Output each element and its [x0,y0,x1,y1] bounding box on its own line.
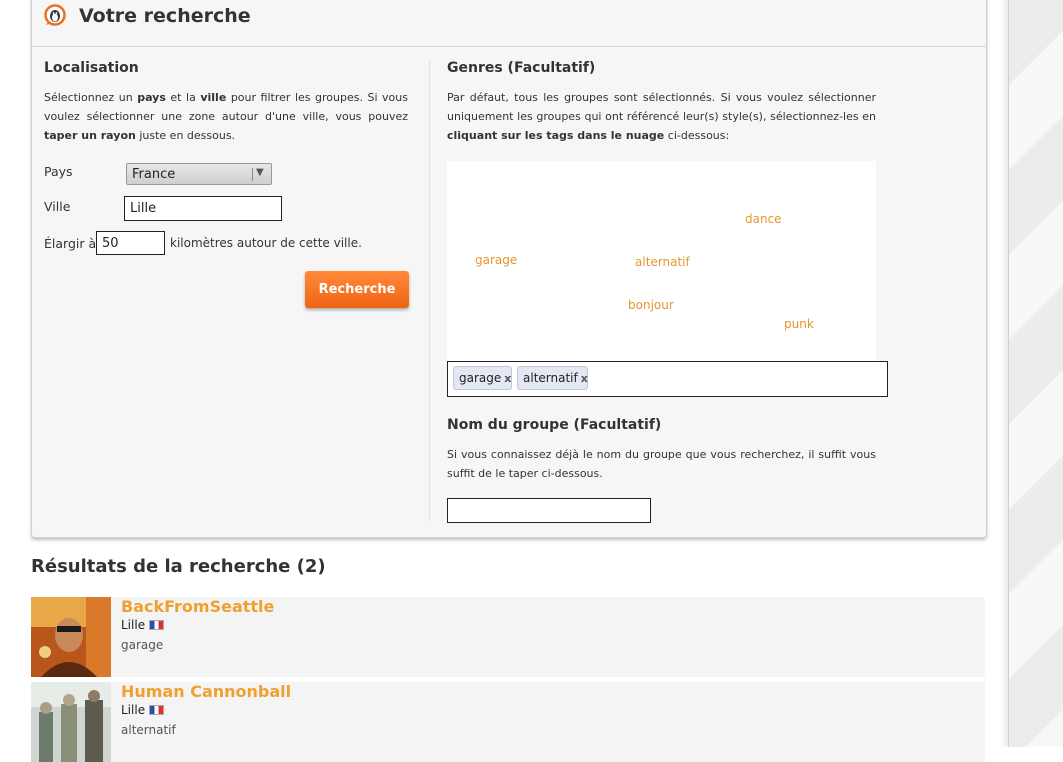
band-city: Lille [121,703,146,717]
group-name-input[interactable] [447,498,651,523]
selected-tag-label: garage [459,371,502,385]
selected-tag-label: alternatif [523,371,578,385]
group-name-title: Nom du groupe (Facultatif) [447,417,662,433]
band-genre: garage [121,638,164,652]
help-emphasis: taper un rayon [44,129,136,142]
france-flag-icon [149,620,165,630]
result-item[interactable]: BackFromSeattle Lille garage [31,597,985,677]
cloud-tag-dance[interactable]: dance [745,212,782,226]
radius-input[interactable] [96,231,165,255]
selected-tags-box[interactable]: garage x alternatif x [447,361,888,397]
band-location: Lille [121,618,165,632]
selected-tag-chip: alternatif x [517,366,588,390]
radius-suffix: kilomètres autour de cette ville. [170,236,362,250]
result-item[interactable]: Human Cannonball Lille alternatif [31,682,985,762]
city-label: Ville [44,199,71,214]
panel-title: Votre recherche [79,5,251,27]
band-name[interactable]: BackFromSeattle [121,597,274,616]
band-thumbnail[interactable] [31,682,111,762]
radius-prefix: Élargir à [44,236,97,251]
genres-title: Genres (Facultatif) [447,60,596,76]
help-text: juste en dessous. [135,129,236,142]
help-text: Par défaut, tous les groupes sont sélect… [447,91,876,123]
column-divider [429,60,430,522]
remove-tag-icon[interactable]: x [581,372,588,385]
country-value: France [132,167,176,182]
genres-help: Par défaut, tous les groupes sont sélect… [447,88,876,145]
group-name-help: Si vous connaissez déjà le nom du groupe… [447,448,876,480]
cloud-tag-alternatif[interactable]: alternatif [635,255,690,269]
select-separator [252,168,253,181]
help-emphasis: ville [200,91,227,104]
help-emphasis: cliquant sur les tags dans le nuage [447,129,665,142]
band-city: Lille [121,618,146,632]
cloud-tag-garage[interactable]: garage [475,253,517,267]
cloud-tag-punk[interactable]: punk [784,317,814,331]
location-help: Sélectionnez un pays et la ville pour fi… [44,88,408,145]
logo-icon [44,4,66,26]
band-location: Lille [121,703,165,717]
panel-header: Votre recherche [32,0,986,47]
help-text: Sélectionnez un [44,91,138,104]
results-title: Résultats de la recherche (2) [31,556,326,577]
help-emphasis: pays [137,91,166,104]
location-title: Localisation [44,60,139,76]
cloud-tag-bonjour[interactable]: bonjour [628,298,674,312]
page-backdrop [1008,0,1063,747]
search-panel: Votre recherche Localisation Sélectionne… [31,0,987,538]
band-thumbnail[interactable] [31,597,111,677]
help-text: et la [165,91,201,104]
tag-cloud: dance garage alternatif bonjour punk [447,161,876,361]
band-genre: alternatif [121,723,176,737]
help-text: ci-dessous: [664,129,730,142]
band-name[interactable]: Human Cannonball [121,682,291,701]
city-input[interactable] [124,196,282,221]
search-button[interactable]: Recherche [305,271,409,308]
chevron-down-icon: ▼ [256,167,264,178]
france-flag-icon [149,705,165,715]
selected-tag-chip: garage x [453,366,512,390]
remove-tag-icon[interactable]: x [504,372,511,385]
country-select[interactable]: France ▼ [126,163,272,185]
country-label: Pays [44,164,73,179]
